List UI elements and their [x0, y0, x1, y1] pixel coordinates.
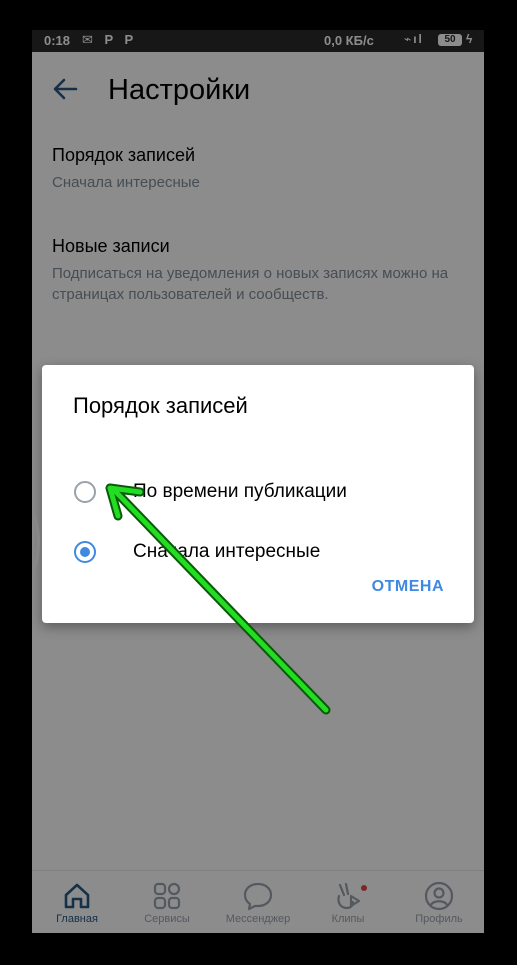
phone-screen: 0:18 ✉ P P 0,0 КБ/с ⌁ıl 50 ϟ Настройки П… [32, 30, 484, 933]
annotation-arrow-icon [105, 483, 331, 715]
edge-handle-icon [32, 513, 40, 571]
